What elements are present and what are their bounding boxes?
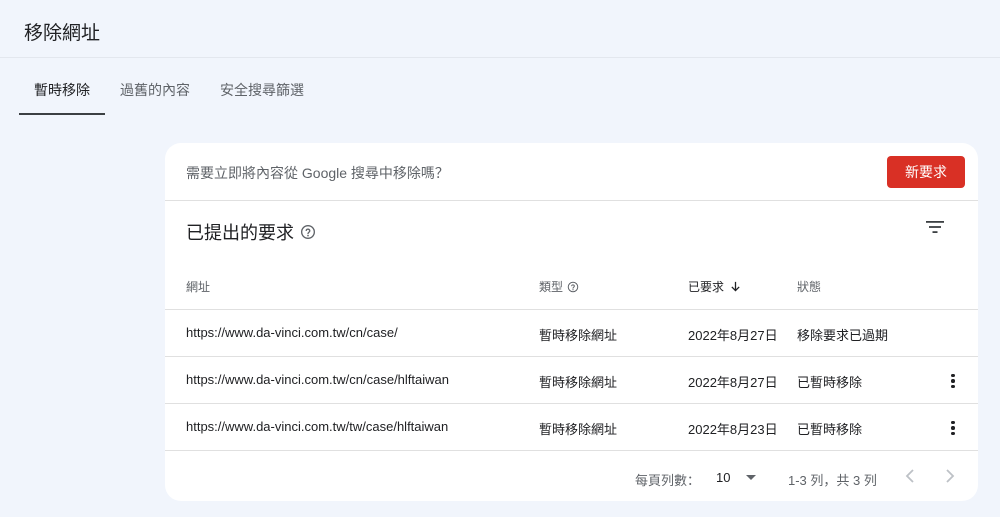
table-row[interactable]: https://www.da-vinci.com.tw/tw/case/hlft… [165, 404, 978, 451]
tab-outdated-content[interactable]: 過舊的內容 [105, 64, 205, 115]
table-row[interactable]: https://www.da-vinci.com.tw/cn/case/hlft… [165, 357, 978, 404]
rows-per-page-label: 每頁列數： [635, 473, 701, 488]
new-request-prompt: 需要立即將內容從 Google 搜尋中移除嗎？ 新要求 [165, 143, 978, 201]
row-type: 暫時移除網址 [539, 422, 618, 437]
row-status: 已暫時移除 [797, 375, 863, 390]
chevron-left-icon[interactable] [903, 467, 917, 485]
column-type-label: 類型 [539, 280, 564, 294]
row-url: https://www.da-vinci.com.tw/cn/case/hlft… [186, 372, 449, 387]
column-url-label: 網址 [186, 280, 211, 294]
filter-list-icon[interactable] [925, 219, 945, 235]
column-requested-label: 已要求 [688, 280, 725, 294]
column-header-type: 類型 [539, 278, 579, 295]
help-circle-icon[interactable] [300, 224, 316, 240]
row-status: 已暫時移除 [797, 422, 863, 437]
chevron-down-icon [746, 475, 757, 480]
tab-safesearch-filtering[interactable]: 安全搜尋篩選 [205, 64, 319, 115]
rows-per-page-value: 10 [716, 470, 731, 485]
requests-table: 網址 類型 已要求 狀態 https://www.da-vinci.com.tw… [165, 261, 978, 451]
section-title: 已提出的要求 [186, 223, 294, 243]
rows-per-page-select[interactable]: 10 [716, 470, 757, 485]
section-title-wrap: 已提出的要求 [186, 219, 316, 245]
row-type: 暫時移除網址 [539, 375, 618, 390]
row-date: 2022年8月27日 [688, 375, 778, 390]
row-url: https://www.da-vinci.com.tw/tw/case/hlft… [186, 419, 449, 434]
column-status-label: 狀態 [797, 280, 822, 294]
column-header-status: 狀態 [797, 278, 821, 295]
pagination-range: 1-3 列，共 3 列 [788, 473, 877, 488]
new-request-button[interactable]: 新要求 [887, 156, 965, 188]
requests-card: 需要立即將內容從 Google 搜尋中移除嗎？ 新要求 已提出的要求 網址 類型 [165, 143, 978, 501]
tab-temporary-removals[interactable]: 暫時移除 [19, 64, 105, 115]
prompt-text: 需要立即將內容從 Google 搜尋中移除嗎？ [186, 165, 449, 181]
row-url: https://www.da-vinci.com.tw/cn/case/ [186, 325, 398, 340]
column-header-url: 網址 [186, 278, 210, 295]
pagination: 每頁列數： 10 1-3 列，共 3 列 [165, 455, 978, 501]
arrow-down-icon [731, 281, 740, 292]
tab-bar: 暫時移除 過舊的內容 安全搜尋篩選 [19, 64, 319, 115]
row-date: 2022年8月27日 [688, 328, 778, 343]
chevron-right-icon[interactable] [943, 467, 957, 485]
help-circle-icon[interactable] [567, 281, 579, 293]
row-status: 移除要求已過期 [797, 328, 889, 343]
more-vert-icon[interactable] [949, 371, 957, 391]
column-header-requested[interactable]: 已要求 [688, 278, 741, 295]
row-type: 暫時移除網址 [539, 328, 618, 343]
table-header: 網址 類型 已要求 狀態 [165, 261, 978, 310]
more-vert-icon[interactable] [949, 418, 957, 438]
table-row[interactable]: https://www.da-vinci.com.tw/cn/case/ 暫時移… [165, 310, 978, 357]
page-title: 移除網址 [24, 23, 101, 44]
row-date: 2022年8月23日 [688, 422, 778, 437]
page-header: 移除網址 [0, 0, 1000, 58]
